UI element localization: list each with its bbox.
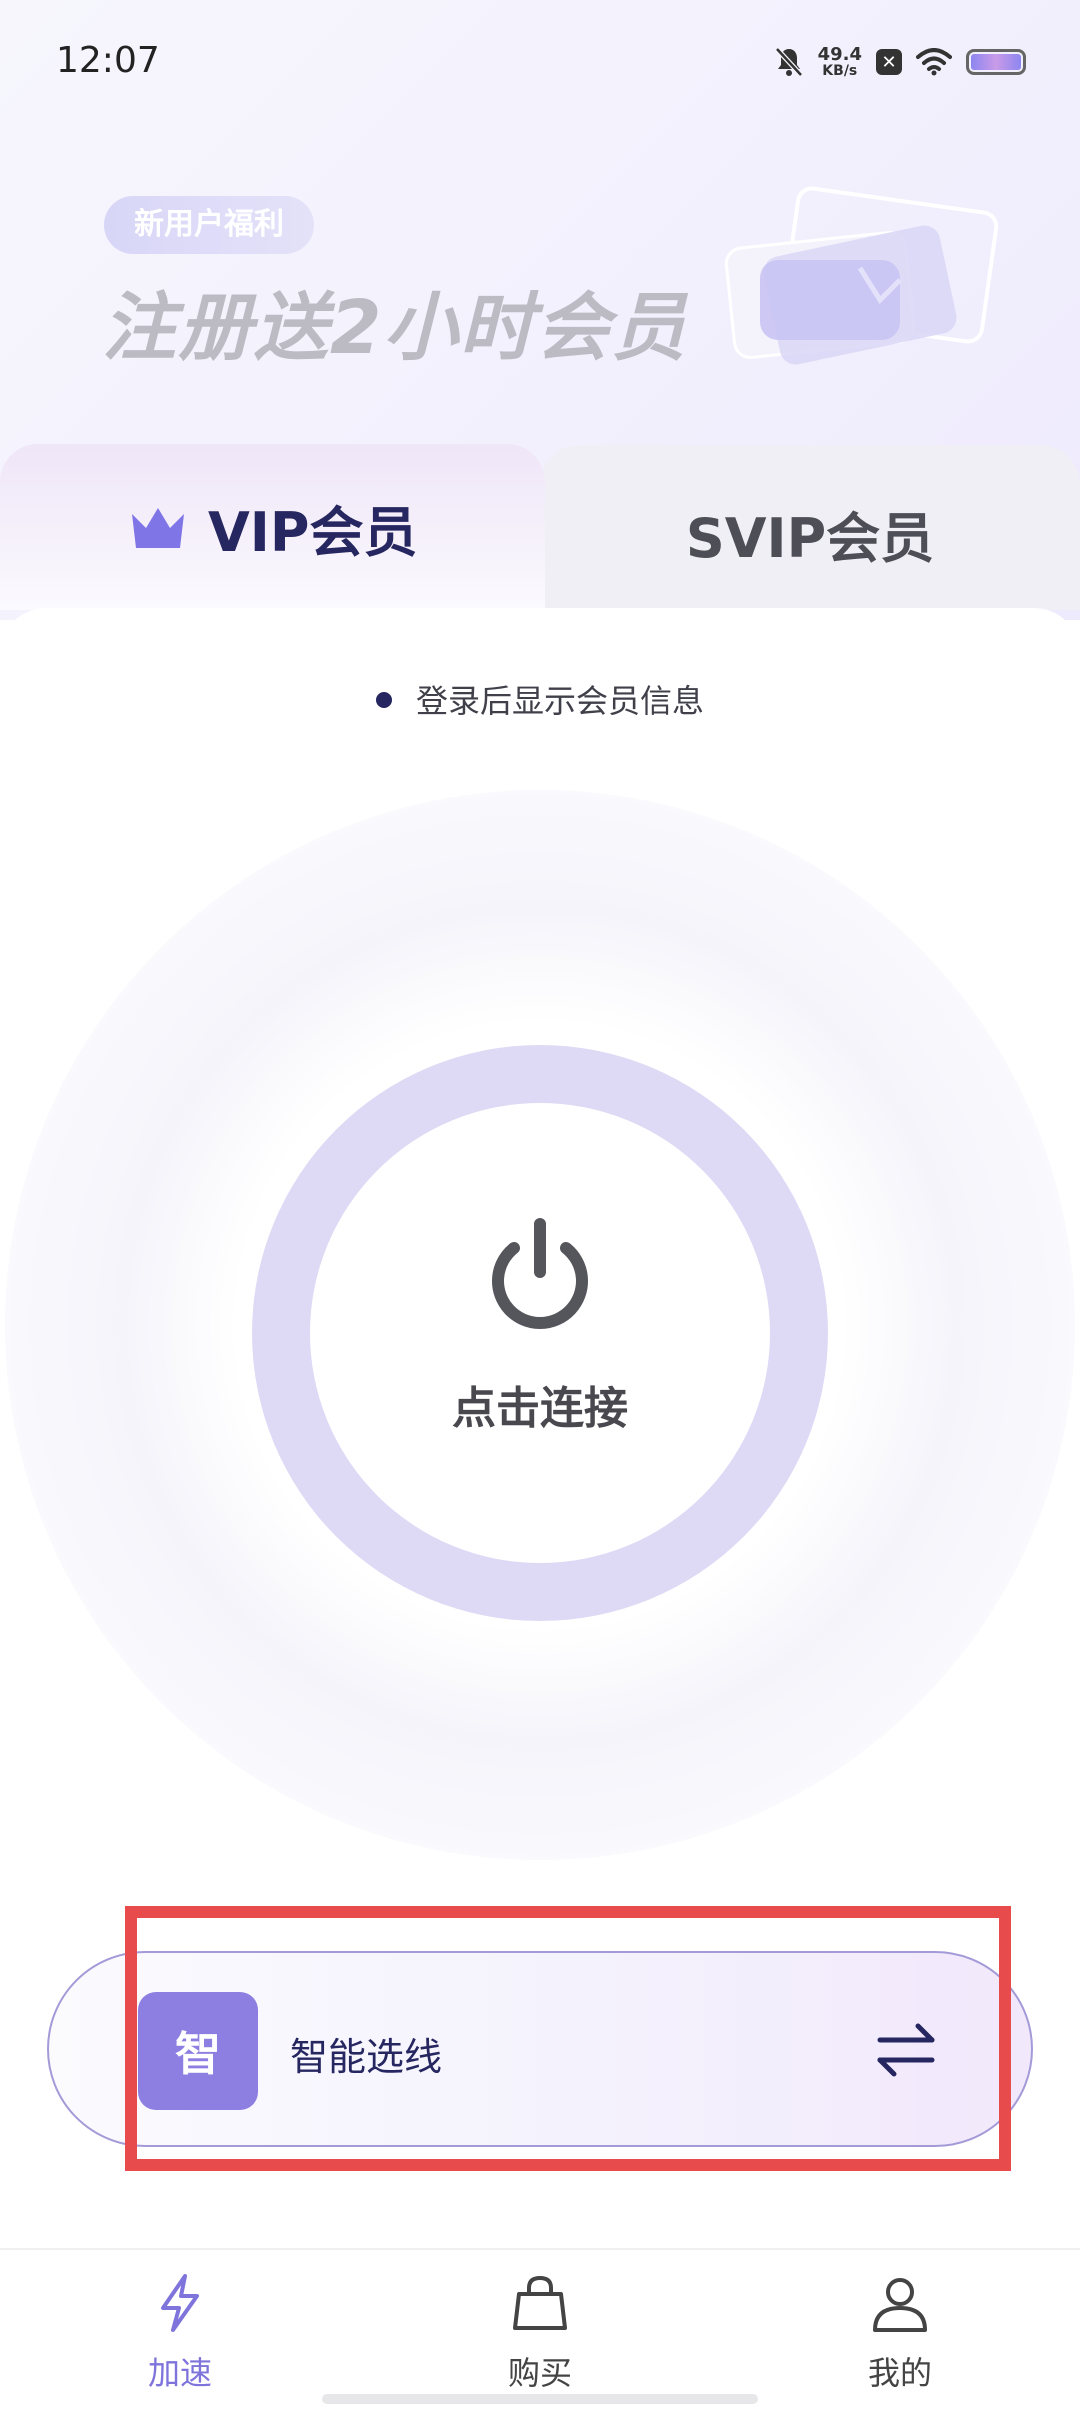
line-selector-label[interactable]: 智能选线 xyxy=(290,2026,442,2081)
login-info-text: 登录后显示会员信息 xyxy=(415,682,704,720)
home-indicator[interactable] xyxy=(322,2394,758,2404)
network-speed: 49.4 KB/s xyxy=(817,44,862,79)
tab-svip[interactable]: SVIP会员 xyxy=(540,494,1080,573)
mute-bell-icon xyxy=(774,47,803,77)
nav-item-profile[interactable]: 我的 xyxy=(800,2272,1000,2394)
nav-label-accelerate: 加速 xyxy=(147,2354,212,2392)
power-icon xyxy=(492,1218,588,1329)
connect-label[interactable]: 点击连接 xyxy=(0,1372,1080,1436)
status-icons: 49.4 KB/s ✕ xyxy=(774,40,1026,84)
x-notification-icon: ✕ xyxy=(876,49,902,75)
user-icon xyxy=(873,2278,927,2332)
line-badge: 智 xyxy=(138,1992,258,2110)
lightning-icon xyxy=(161,2274,199,2332)
bottom-nav: 加速 购买 我的 xyxy=(0,2248,1080,2410)
envelope-illustration xyxy=(724,186,999,365)
nav-item-accelerate[interactable]: 加速 xyxy=(80,2272,280,2394)
tab-vip[interactable]: VIP会员 xyxy=(128,488,417,567)
shopping-bag-icon xyxy=(513,2275,567,2330)
tab-vip-label: VIP会员 xyxy=(208,501,418,564)
network-speed-value: 49.4 xyxy=(817,44,862,65)
nav-item-purchase[interactable]: 购买 xyxy=(440,2272,640,2394)
status-time: 12:07 xyxy=(56,40,160,81)
promo-tag[interactable]: 新用户福利 xyxy=(104,196,314,254)
battery-icon xyxy=(966,49,1026,75)
status-dot xyxy=(375,692,392,708)
swap-arrows-icon[interactable] xyxy=(874,2020,938,2080)
wifi-icon xyxy=(916,48,952,76)
login-info[interactable]: 登录后显示会员信息 xyxy=(0,676,1080,722)
promo-title[interactable]: 注册送2小时会员 xyxy=(102,268,688,375)
status-bar: 12:07 49.4 KB/s ✕ xyxy=(0,0,1080,120)
nav-label-purchase: 购买 xyxy=(507,2354,572,2392)
crown-icon xyxy=(132,507,184,548)
network-speed-unit: KB/s xyxy=(822,63,858,79)
nav-label-profile: 我的 xyxy=(867,2354,932,2392)
